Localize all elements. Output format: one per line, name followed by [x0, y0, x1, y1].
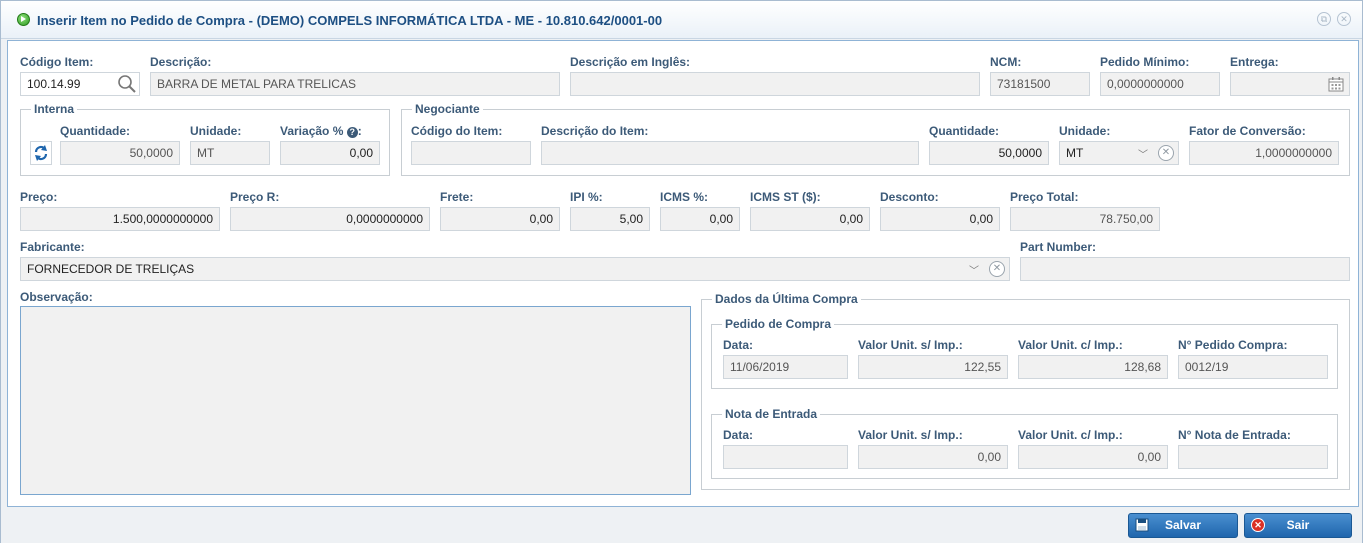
- observacao-textarea[interactable]: [20, 306, 691, 495]
- descricao-input[interactable]: BARRA DE METAL PARA TRELICAS: [150, 72, 560, 96]
- interna-legend: Interna: [34, 102, 75, 116]
- refresh-button[interactable]: [30, 141, 52, 165]
- desconto-label: Desconto:: [880, 190, 939, 204]
- pedido-compra-legend: Pedido de Compra: [725, 317, 832, 331]
- icms-label: ICMS %:: [660, 190, 708, 204]
- close-icon[interactable]: ✕: [1337, 12, 1351, 26]
- dialog: Inserir Item no Pedido de Compra - (DEMO…: [0, 0, 1363, 543]
- save-button[interactable]: Salvar: [1128, 513, 1238, 538]
- nota-vsi-label: Valor Unit. s/ Imp.:: [858, 428, 963, 442]
- entrega-label: Entrega:: [1230, 55, 1279, 69]
- descricao-label: Descrição:: [150, 55, 212, 69]
- negociante-codigo-label: Código do Item:: [411, 124, 503, 138]
- observacao-label: Observação:: [20, 290, 93, 304]
- exit-button[interactable]: ✕ Sair: [1244, 513, 1352, 538]
- negociante-descricao-label: Descrição do Item:: [541, 124, 649, 138]
- nota-data-input[interactable]: [723, 445, 848, 469]
- icms-st-label: ICMS ST ($):: [750, 190, 821, 204]
- desconto-input[interactable]: 0,00: [880, 207, 1000, 231]
- pedido-vci-input[interactable]: 128,68: [1018, 355, 1168, 379]
- pedido-minimo-input[interactable]: 0,0000000000: [1100, 72, 1220, 96]
- nota-vci-input[interactable]: 0,00: [1018, 445, 1168, 469]
- negociante-unidade-label: Unidade:: [1059, 124, 1111, 138]
- preco-label: Preço:: [20, 190, 58, 204]
- variacao-label: Variação % ?:: [280, 124, 362, 138]
- title-bar: Inserir Item no Pedido de Compra - (DEMO…: [1, 1, 1362, 39]
- pedido-data-label: Data:: [723, 338, 754, 352]
- preco-input[interactable]: 1.500,0000000000: [20, 207, 220, 231]
- pedido-num-label: N° Pedido Compra:: [1178, 338, 1288, 352]
- nota-entrada-legend: Nota de Entrada: [725, 407, 818, 421]
- part-number-label: Part Number:: [1020, 240, 1097, 254]
- nota-num-label: N° Nota de Entrada:: [1178, 428, 1291, 442]
- pedido-vsi-input[interactable]: 122,55: [858, 355, 1008, 379]
- nota-vci-label: Valor Unit. c/ Imp.:: [1018, 428, 1123, 442]
- pedido-data-input[interactable]: 11/06/2019: [723, 355, 848, 379]
- nota-num-input[interactable]: [1178, 445, 1328, 469]
- frete-label: Frete:: [440, 190, 474, 204]
- save-icon: [1135, 518, 1149, 532]
- frete-input[interactable]: 0,00: [440, 207, 560, 231]
- form-panel: Código Item: 100.14.99 Descrição: BARRA …: [7, 40, 1359, 507]
- ultima-compra-legend: Dados da Última Compra: [715, 292, 858, 306]
- clear-unidade-icon[interactable]: ✕: [1158, 145, 1174, 161]
- fabricante-select[interactable]: FORNECEDOR DE TRELIÇAS: [20, 257, 1010, 281]
- negociante-codigo-input[interactable]: [411, 141, 531, 165]
- pedido-vsi-label: Valor Unit. s/ Imp.:: [858, 338, 963, 352]
- pedido-num-input[interactable]: 0012/19: [1178, 355, 1328, 379]
- descricao-ingles-input[interactable]: [570, 72, 980, 96]
- preco-r-input[interactable]: 0,0000000000: [230, 207, 430, 231]
- add-icon: [17, 13, 30, 26]
- preco-total-label: Preço Total:: [1010, 190, 1079, 204]
- preco-r-label: Preço R:: [230, 190, 280, 204]
- variacao-input[interactable]: 0,00: [280, 141, 380, 165]
- icms-st-input[interactable]: 0,00: [750, 207, 870, 231]
- interna-unidade-input[interactable]: MT: [190, 141, 270, 165]
- chevron-down-icon[interactable]: ﹀: [1138, 146, 1148, 161]
- exit-icon: ✕: [1251, 518, 1265, 532]
- negociante-descricao-input[interactable]: [541, 141, 919, 165]
- interna-unidade-label: Unidade:: [190, 124, 242, 138]
- fabricante-label: Fabricante:: [20, 240, 85, 254]
- part-number-input[interactable]: [1020, 257, 1350, 281]
- preco-total-input[interactable]: 78.750,00: [1010, 207, 1160, 231]
- search-icon[interactable]: [117, 74, 137, 94]
- icms-input[interactable]: 0,00: [660, 207, 740, 231]
- help-icon[interactable]: ?: [346, 127, 358, 138]
- ncm-input[interactable]: 73181500: [990, 72, 1090, 96]
- fator-input[interactable]: 1,0000000000: [1189, 141, 1339, 165]
- negociante-legend: Negociante: [415, 102, 480, 116]
- negociante-quantidade-label: Quantidade:: [929, 124, 1000, 138]
- negociante-quantidade-input[interactable]: 50,0000: [929, 141, 1049, 165]
- interna-quantidade-label: Quantidade:: [60, 124, 131, 138]
- fator-label: Fator de Conversão:: [1189, 124, 1306, 138]
- pedido-minimo-label: Pedido Mínimo:: [1100, 55, 1190, 69]
- exit-label: Sair: [1286, 518, 1310, 532]
- ncm-label: NCM:: [990, 55, 1022, 69]
- codigo-item-label: Código Item:: [20, 55, 94, 69]
- interna-quantidade-input[interactable]: 50,0000: [60, 141, 180, 165]
- chevron-down-icon[interactable]: ﹀: [969, 262, 979, 277]
- ipi-label: IPI %:: [570, 190, 603, 204]
- ipi-input[interactable]: 5,00: [570, 207, 650, 231]
- nota-vsi-input[interactable]: 0,00: [858, 445, 1008, 469]
- nota-data-label: Data:: [723, 428, 754, 442]
- window-title: Inserir Item no Pedido de Compra - (DEMO…: [37, 13, 663, 28]
- maximize-icon[interactable]: ⧉: [1317, 12, 1331, 26]
- footer-bar: Salvar ✕ Sair: [1, 507, 1362, 543]
- pedido-vci-label: Valor Unit. c/ Imp.:: [1018, 338, 1123, 352]
- calendar-icon[interactable]: [1328, 76, 1344, 92]
- save-label: Salvar: [1164, 518, 1202, 532]
- clear-fabricante-icon[interactable]: ✕: [989, 261, 1005, 277]
- descricao-ingles-label: Descrição em Inglês:: [570, 55, 691, 69]
- refresh-icon: [34, 145, 48, 161]
